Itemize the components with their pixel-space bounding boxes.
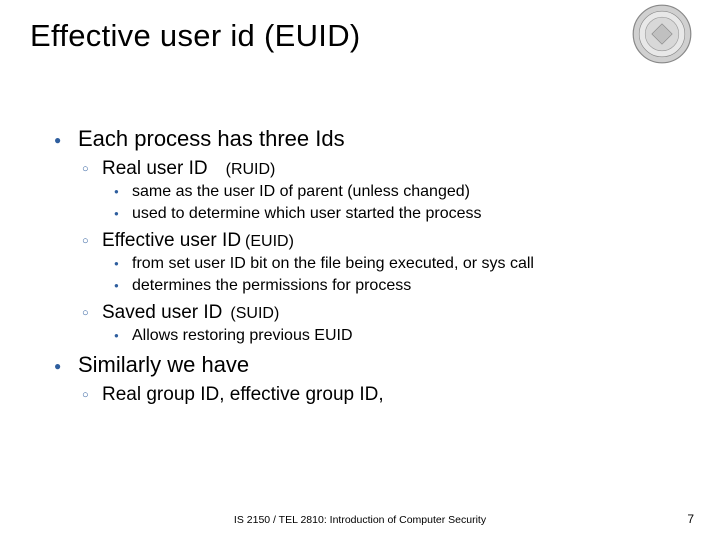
l2-text: Real user ID [102,158,208,179]
bullet-l3: same as the user ID of parent (unless ch… [132,182,690,202]
l2-group: Real user ID(RUID) same as the user ID o… [78,158,690,346]
seal-logo [632,4,692,64]
l3-group: from set user ID bit on the file being e… [102,254,690,296]
page-number: 7 [687,512,694,526]
slide-title: Effective user id (EUID) [30,18,690,54]
l2-group: Real group ID, effective group ID, [78,384,690,406]
l3-group: Allows restoring previous EUID [102,326,690,346]
l2-paren: (EUID) [241,233,294,250]
bullet-l1: Each process has three Ids [78,126,690,152]
bullet-l3: determines the permissions for process [132,276,690,296]
footer-text: IS 2150 / TEL 2810: Introduction of Comp… [0,514,720,526]
bullet-l3: Allows restoring previous EUID [132,326,690,346]
l2-text: Saved user ID [102,302,222,323]
bullet-l2: Real group ID, effective group ID, [102,384,690,406]
bullet-l2: Saved user ID(SUID) [102,302,690,324]
l2-paren: (RUID) [208,161,276,178]
slide: Effective user id (EUID) Each process ha… [0,0,720,540]
content-area: Each process has three Ids Real user ID(… [30,126,690,406]
bullet-l2: Effective user ID(EUID) [102,230,690,252]
l2-text: Effective user ID [102,230,241,251]
bullet-l3: used to determine which user started the… [132,204,690,224]
bullet-l2: Real user ID(RUID) [102,158,690,180]
l2-text: Real group ID, effective group ID, [102,384,384,405]
bullet-l3: from set user ID bit on the file being e… [132,254,690,274]
l3-group: same as the user ID of parent (unless ch… [102,182,690,224]
l2-paren: (SUID) [222,305,279,322]
bullet-l1: Similarly we have [78,352,690,378]
